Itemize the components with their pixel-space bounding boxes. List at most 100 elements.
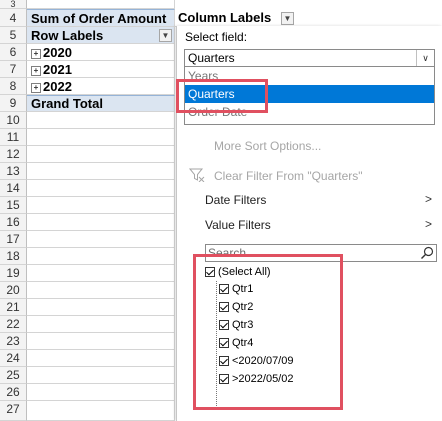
filter-item-label: (Select All) bbox=[218, 266, 271, 278]
cell[interactable] bbox=[27, 146, 175, 163]
checkbox-checked-icon[interactable] bbox=[219, 338, 229, 349]
row-header[interactable]: 22 bbox=[0, 316, 27, 333]
row-header[interactable]: 27 bbox=[0, 401, 27, 421]
row-header[interactable]: 16 bbox=[0, 214, 27, 231]
row-label: 2021 bbox=[43, 62, 72, 77]
pivot-row[interactable]: +2021 bbox=[27, 61, 175, 78]
pivot-row[interactable]: +2020 bbox=[27, 44, 175, 61]
row-header[interactable]: 26 bbox=[0, 384, 27, 401]
search-icon bbox=[421, 246, 434, 259]
row-header[interactable]: 5 bbox=[0, 27, 27, 44]
cell[interactable] bbox=[27, 248, 175, 265]
value-filters-label: Value Filters bbox=[205, 218, 271, 232]
filter-item-label: Qtr2 bbox=[232, 301, 254, 313]
expand-icon[interactable]: + bbox=[31, 65, 41, 76]
cell[interactable] bbox=[27, 214, 175, 231]
pivot-row[interactable]: +2022 bbox=[27, 78, 175, 95]
filter-item[interactable]: Qtr2 bbox=[219, 299, 253, 315]
row-header[interactable]: 6 bbox=[0, 44, 27, 61]
cell[interactable] bbox=[27, 384, 175, 401]
expand-icon[interactable]: + bbox=[31, 48, 41, 59]
cell[interactable] bbox=[27, 180, 175, 197]
row-header[interactable]: 25 bbox=[0, 367, 27, 384]
cell[interactable] bbox=[27, 367, 175, 384]
field-filter-panel: Select field: Quarters ∨ Years Quarters … bbox=[176, 26, 442, 421]
date-filters-item[interactable]: Date Filters bbox=[205, 193, 437, 207]
checkbox-checked-icon[interactable] bbox=[205, 267, 215, 278]
select-field-label: Select field: bbox=[185, 30, 248, 44]
checkbox-checked-icon[interactable] bbox=[219, 284, 229, 295]
pivot-row-labels-header[interactable]: Row Labels bbox=[27, 27, 175, 44]
checkbox-checked-icon[interactable] bbox=[219, 374, 229, 385]
row-header[interactable]: 19 bbox=[0, 265, 27, 282]
field-option-order-date[interactable]: Order Date bbox=[185, 103, 434, 121]
row-header[interactable]: 18 bbox=[0, 248, 27, 265]
row-header[interactable]: 20 bbox=[0, 282, 27, 299]
row-label: 2022 bbox=[43, 79, 72, 94]
row-labels-text: Row Labels bbox=[31, 28, 104, 43]
filter-item[interactable]: Qtr1 bbox=[219, 281, 253, 297]
cell[interactable] bbox=[27, 163, 175, 180]
row-label: 2020 bbox=[43, 45, 72, 60]
filter-item[interactable]: Qtr4 bbox=[219, 335, 253, 351]
selected-field-value: Quarters bbox=[188, 51, 235, 65]
checkbox-checked-icon[interactable] bbox=[219, 302, 229, 313]
clear-filter-icon bbox=[189, 168, 205, 182]
filter-item-label: Qtr1 bbox=[232, 283, 254, 295]
pivot-values-header[interactable]: Sum of Order Amount bbox=[27, 9, 175, 27]
row-header[interactable]: 17 bbox=[0, 231, 27, 248]
filter-item-label: >2022/05/02 bbox=[232, 373, 294, 385]
cell[interactable] bbox=[27, 129, 175, 146]
select-field-dropdown[interactable]: Quarters ∨ bbox=[184, 49, 435, 67]
row-header[interactable]: 7 bbox=[0, 61, 27, 78]
row-header[interactable]: 9 bbox=[0, 95, 27, 112]
search-box[interactable]: Search bbox=[205, 244, 437, 262]
filter-item[interactable]: >2022/05/02 bbox=[219, 371, 293, 387]
row-header[interactable]: 10 bbox=[0, 112, 27, 129]
cell[interactable] bbox=[27, 350, 175, 367]
search-placeholder: Search bbox=[208, 246, 247, 260]
cell[interactable] bbox=[27, 0, 175, 9]
checkbox-checked-icon[interactable] bbox=[219, 356, 229, 367]
row-header[interactable]: 15 bbox=[0, 197, 27, 214]
filter-item-select-all[interactable]: (Select All) bbox=[205, 264, 271, 280]
more-sort-options[interactable]: More Sort Options... bbox=[214, 139, 321, 153]
row-header[interactable]: 12 bbox=[0, 146, 27, 163]
clear-filter-item[interactable]: Clear Filter From "Quarters" bbox=[214, 169, 363, 183]
cell[interactable] bbox=[27, 265, 175, 282]
chevron-right-icon: > bbox=[424, 217, 432, 231]
field-option-quarters[interactable]: Quarters bbox=[185, 85, 434, 103]
tree-line bbox=[216, 281, 217, 406]
row-header[interactable]: 11 bbox=[0, 129, 27, 146]
filter-items-list: (Select All) Qtr1 Qtr2 Qtr3 Qtr4 <2020/0… bbox=[205, 264, 437, 414]
cell[interactable] bbox=[27, 316, 175, 333]
date-filters-label: Date Filters bbox=[205, 193, 267, 207]
grand-total-label[interactable]: Grand Total bbox=[27, 95, 175, 112]
expand-icon[interactable]: + bbox=[31, 82, 41, 93]
filter-item[interactable]: <2020/07/09 bbox=[219, 353, 293, 369]
column-labels-dropdown-icon[interactable]: ▼ bbox=[281, 12, 294, 25]
filter-item[interactable]: Qtr3 bbox=[219, 317, 253, 333]
row-header[interactable]: 21 bbox=[0, 299, 27, 316]
row-header[interactable]: 8 bbox=[0, 78, 27, 95]
row-header[interactable]: 23 bbox=[0, 333, 27, 350]
row-header[interactable]: 13 bbox=[0, 163, 27, 180]
row-header[interactable]: 3 bbox=[0, 0, 27, 9]
filter-item-label: <2020/07/09 bbox=[232, 355, 294, 367]
cell[interactable] bbox=[27, 231, 175, 248]
cell[interactable] bbox=[27, 401, 175, 421]
cell[interactable] bbox=[27, 282, 175, 299]
field-option-years[interactable]: Years bbox=[185, 67, 434, 85]
row-header[interactable]: 4 bbox=[0, 9, 27, 27]
cell[interactable] bbox=[27, 197, 175, 214]
row-header[interactable]: 14 bbox=[0, 180, 27, 197]
cell[interactable] bbox=[27, 333, 175, 350]
cell[interactable] bbox=[27, 299, 175, 316]
row-labels-dropdown-icon[interactable]: ▼ bbox=[159, 29, 172, 42]
pivot-column-labels-header[interactable]: Column Labels bbox=[175, 9, 442, 27]
value-filters-item[interactable]: Value Filters bbox=[205, 218, 437, 232]
chevron-down-icon[interactable]: ∨ bbox=[416, 50, 434, 66]
checkbox-checked-icon[interactable] bbox=[219, 320, 229, 331]
cell[interactable] bbox=[27, 112, 175, 129]
row-header[interactable]: 24 bbox=[0, 350, 27, 367]
